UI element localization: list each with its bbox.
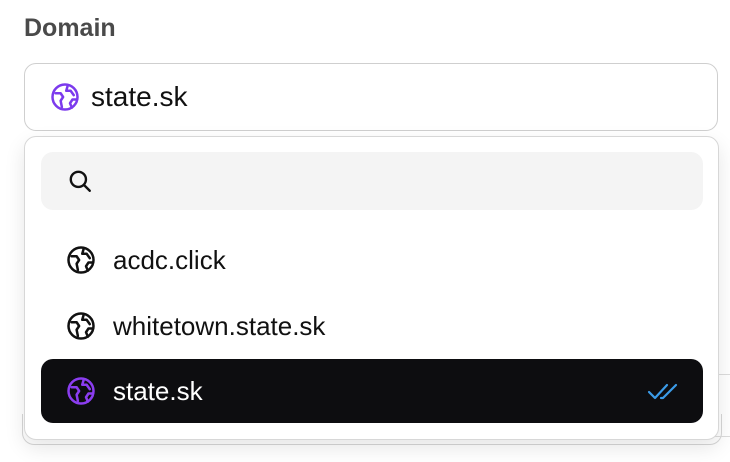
domain-select[interactable]: state.sk (24, 63, 718, 131)
option-state-sk[interactable]: state.sk (41, 359, 703, 423)
globe-icon (49, 81, 81, 113)
globe-icon (65, 375, 97, 407)
option-label: acdc.click (113, 244, 226, 275)
field-label: Domain (24, 14, 116, 42)
double-check-icon (647, 377, 679, 405)
option-acdc-click[interactable]: acdc.click (41, 228, 703, 292)
globe-icon (65, 310, 97, 342)
selected-value: state.sk (91, 81, 188, 112)
search-icon (67, 168, 93, 194)
search-input[interactable] (105, 160, 669, 202)
option-whitetown-state-sk[interactable]: whitetown.state.sk (41, 294, 703, 358)
globe-icon (65, 244, 97, 276)
search-box[interactable] (41, 152, 703, 210)
option-label: whitetown.state.sk (113, 310, 326, 341)
dropdown-menu: acdc.click whitetown.state.sk state.sk (24, 136, 719, 440)
option-label: state.sk (113, 375, 203, 406)
